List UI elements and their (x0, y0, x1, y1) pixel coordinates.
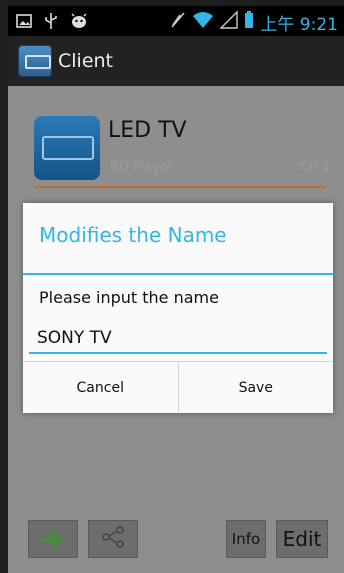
edit-button[interactable]: Edit (276, 520, 328, 558)
status-right-icons: 上午 9:21 (170, 10, 338, 35)
save-button[interactable]: Save (179, 362, 334, 413)
dialog-title: Modifies the Name (39, 223, 227, 247)
status-left-icons (16, 12, 88, 35)
name-input[interactable] (29, 324, 327, 354)
dialog-message: Please input the name (39, 288, 219, 307)
usb-icon (44, 12, 58, 35)
rename-dialog: Modifies the Name Please input the name … (23, 203, 333, 413)
signal-icon (219, 10, 239, 34)
device-channel: Ch 1 (300, 160, 330, 175)
info-button[interactable]: Info (226, 520, 266, 558)
device-subtitle: BD Player (110, 160, 174, 175)
tv-device-icon (34, 116, 100, 180)
app-icon[interactable] (18, 45, 52, 77)
wifi-icon (192, 11, 214, 34)
share-button[interactable] (88, 520, 138, 558)
share-icon (100, 525, 126, 553)
device-name: LED TV (108, 118, 187, 143)
list-divider (34, 186, 326, 188)
app-title: Client (58, 50, 114, 72)
mute-icon (170, 11, 186, 34)
add-button[interactable]: + (28, 520, 78, 558)
image-icon (16, 13, 32, 34)
device-list-item[interactable]: LED TV BD Player Ch 1 (8, 86, 344, 194)
plus-icon: + (41, 522, 65, 555)
action-bar: Client (8, 36, 344, 86)
battery-icon (244, 11, 254, 34)
status-time: 上午 9:21 (260, 15, 338, 35)
dialog-button-bar: Cancel Save (23, 361, 333, 413)
status-bar: 上午 9:21 (8, 6, 344, 36)
cancel-button[interactable]: Cancel (23, 362, 179, 413)
android-debug-icon (70, 13, 88, 34)
dialog-title-divider (23, 273, 333, 275)
